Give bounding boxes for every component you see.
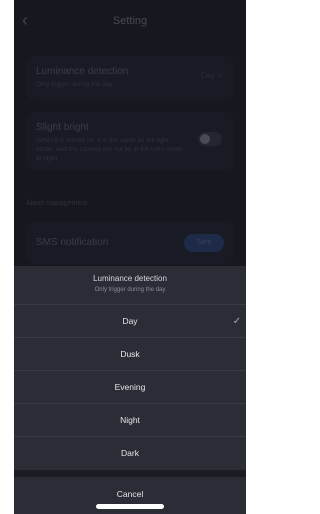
home-indicator bbox=[96, 504, 164, 509]
sheet-header: Luminance detection Only trigger during … bbox=[14, 266, 246, 304]
option-label: Dusk bbox=[120, 349, 140, 359]
phone-screen: ‹ Setting Luminance detection Only trigg… bbox=[14, 0, 246, 514]
option-dusk[interactable]: Dusk bbox=[14, 337, 246, 371]
option-day[interactable]: Day ✓ bbox=[14, 304, 246, 338]
option-night[interactable]: Night bbox=[14, 403, 246, 437]
option-label: Night bbox=[120, 415, 140, 425]
option-dark[interactable]: Dark bbox=[14, 436, 246, 470]
option-label: Day bbox=[122, 316, 138, 326]
sheet-divider bbox=[14, 470, 246, 477]
option-evening[interactable]: Evening bbox=[14, 370, 246, 404]
sheet-subtitle: Only trigger during the day bbox=[94, 287, 166, 293]
option-label: Dark bbox=[121, 448, 139, 458]
sheet-title: Luminance detection bbox=[93, 274, 167, 283]
checkmark-icon: ✓ bbox=[232, 316, 242, 327]
action-sheet: Luminance detection Only trigger during … bbox=[14, 266, 246, 514]
option-label: Evening bbox=[114, 382, 146, 392]
